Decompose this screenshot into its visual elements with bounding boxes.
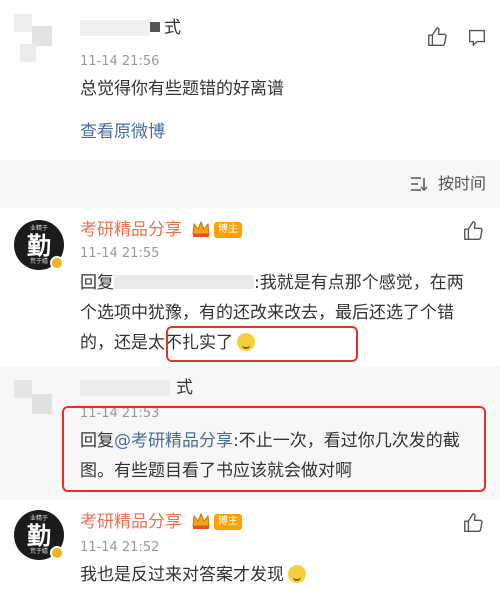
highlight-box xyxy=(166,326,358,362)
share-icon[interactable] xyxy=(466,26,488,48)
blurred-avatar xyxy=(14,376,64,426)
comment-time: 11-14 21:52 xyxy=(80,540,160,555)
top-comment-card: 式 11-14 21:56 总觉得你有些题错的好离谱 查看原微博 xyxy=(0,0,500,160)
comment-time: 11-14 21:56 xyxy=(80,54,160,69)
comment-item: 式 11-14 21:53 回复@考研精品分享:不止一次，看过你几次发的截图。有… xyxy=(0,366,500,500)
crown-icon xyxy=(191,220,211,238)
username-visible[interactable]: 式 xyxy=(176,378,193,398)
blurred-avatar xyxy=(14,14,64,64)
highlight-box xyxy=(62,406,486,492)
verified-badge-icon xyxy=(50,546,64,560)
blurred-username xyxy=(80,380,170,396)
comment-item: 业精于 勤 荒于嬉 考研精品分享 博主 11-14 21:55 回复:我就是有点… xyxy=(0,208,500,366)
thumbs-up-icon[interactable] xyxy=(426,26,448,48)
blogger-badge: 博主 xyxy=(214,514,242,530)
username[interactable]: 考研精品分享 xyxy=(80,220,182,240)
comment-body: 我也是反过来对答案才发现 xyxy=(80,565,284,585)
blogger-badge: 博主 xyxy=(214,222,242,238)
sort-bar: 按时间 xyxy=(0,160,500,208)
comment-text: 总觉得你有些题错的好离谱 xyxy=(80,79,284,99)
laughing-emoji-icon xyxy=(288,565,306,583)
reply-prefix: 回复 xyxy=(80,273,114,293)
thumbs-up-icon[interactable] xyxy=(462,220,484,242)
comment-time: 11-14 21:55 xyxy=(80,246,160,261)
thumbs-up-icon[interactable] xyxy=(462,512,484,534)
comment-item: 业精于 勤 荒于嬉 考研精品分享 博主 11-14 21:52 我也是反过来对答… xyxy=(0,500,500,596)
comment-text: 我也是反过来对答案才发现 xyxy=(80,560,480,590)
verified-badge-icon xyxy=(50,256,64,270)
username[interactable]: 考研精品分享 xyxy=(80,512,182,532)
view-original-link[interactable]: 查看原微博 xyxy=(80,122,165,142)
blurred-mention xyxy=(114,275,254,289)
crown-icon xyxy=(191,512,211,530)
sort-by-time-button[interactable]: 按时间 xyxy=(438,174,486,194)
blurred-username xyxy=(80,20,150,36)
sort-icon[interactable] xyxy=(410,176,428,192)
username-fragment xyxy=(150,22,160,32)
username-visible[interactable]: 式 xyxy=(164,18,181,38)
